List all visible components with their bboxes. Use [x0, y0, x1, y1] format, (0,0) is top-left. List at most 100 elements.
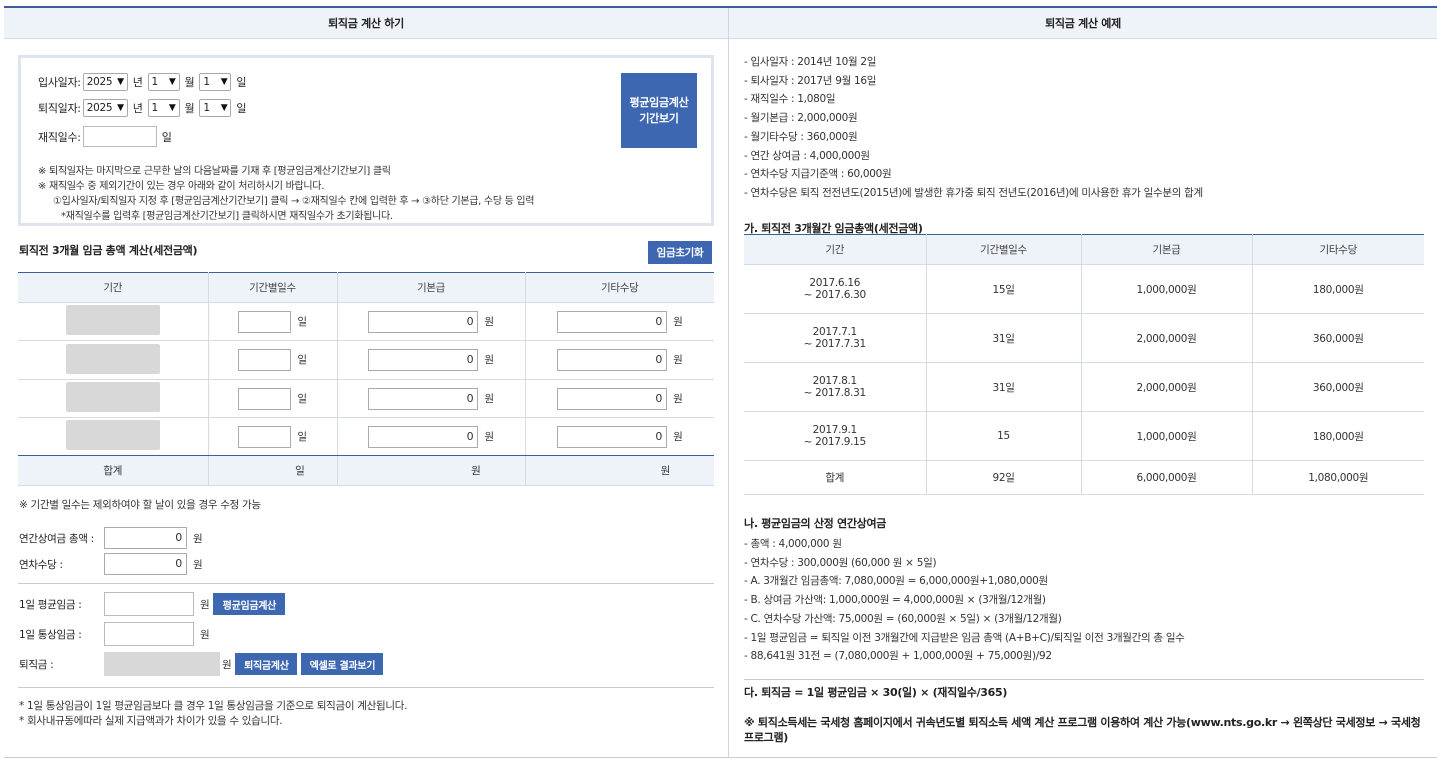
fact-line: - 연간 상여금 : 4,000,000원 [744, 149, 870, 162]
wage-section-title: 퇴직전 3개월 임금 총액 계산(세전금액) [19, 244, 198, 257]
avg-wage-row: 1일 평균임금 : 원 평균임금계산 [19, 592, 286, 616]
fact-line: - 입사일자 : 2014년 10월 2일 [744, 56, 877, 68]
chevron-down-icon: ▼ [220, 103, 228, 113]
table-row: 2017.9.1 ~ 2017.9.15 15 1,000,000원 180,00… [744, 411, 1424, 461]
severance-output [104, 652, 220, 676]
avg-line: - 1일 평균임금 = 퇴직일 이전 3개월간에 지급받은 임금 총액 (A+B… [744, 631, 1185, 644]
note-line: ①입사일자/퇴직일자 지정 후 [평균임금계산기간보기] 클릭 → ②재직일수 … [53, 196, 535, 207]
calculator-title: 퇴직금 계산 하기 [4, 8, 728, 39]
leave-day-select[interactable]: 1 ▼ [199, 99, 232, 117]
avg-line: - 총액 : 4,000,000 원 [744, 538, 842, 550]
period-view-button[interactable]: 평균임금계산 기간보기 [621, 73, 697, 148]
severance-row: 퇴직금 : 원 퇴직금계산 엑셀로 결과보기 [19, 652, 384, 676]
hire-year-select[interactable]: 2025 ▼ [82, 73, 128, 91]
leave-year-select[interactable]: 2025 ▼ [82, 99, 128, 117]
basic-pay-input[interactable]: 0 [368, 425, 479, 448]
tax-note: ※ 퇴직소득세는 국세청 홈페이지에서 귀속년도별 퇴직소득 세액 계산 프로그… [744, 716, 1421, 729]
chevron-down-icon: ▼ [168, 103, 176, 113]
chevron-down-icon: ▼ [117, 103, 124, 113]
footnote: * 회사내규동에따라 실제 지급액과가 차이가 있을 수 있습니다. [19, 715, 283, 727]
severance-calc-button[interactable]: 퇴직금계산 [235, 653, 298, 675]
wage-input-table: 기간 기간별일수 기본급 기타수당 일 0원 0원 일 0원 0원 일 0원 0… [18, 272, 714, 486]
ordinary-wage-input[interactable] [104, 622, 194, 646]
total-row: 합계 92일 6,000,000원 1,080,000원 [744, 460, 1424, 495]
calculator-container: 퇴직금 계산 하기 입사일자: 2025 ▼ 년 1 ▼ 월 1 ▼ 일 퇴직일자: … [4, 6, 1437, 758]
avg-wage-label: 1일 평균임금 : [19, 598, 82, 611]
table-row: 일 0원 0원 [18, 340, 714, 380]
days-input[interactable] [238, 425, 292, 448]
total-row: 합계 일 원 원 [18, 455, 714, 486]
avg-line: - B. 상여금 가산액: 1,000,000원 = 4,000,000원 × … [744, 594, 1046, 607]
other-pay-input[interactable]: 0 [557, 349, 668, 371]
bonus-label: 연간상여금 총액 : [19, 532, 94, 545]
bonus-row: 연간상여금 총액 : 0 원 [19, 527, 203, 549]
avg-line: - 88,641원 31전 = (7,080,000원 + 1,000,000원… [744, 650, 1052, 663]
example-wage-table: 기간 기간별일수 기본급 기타수당 2017.6.16 ~ 2017.6.30 1… [744, 234, 1424, 495]
col-header-basic: 기본급 [1081, 234, 1253, 265]
tax-note: 프로그램) [744, 731, 789, 744]
ordinary-wage-row: 1일 통상임금 : 원 [19, 622, 210, 646]
other-pay-input[interactable]: 0 [557, 387, 668, 410]
reset-wage-button[interactable]: 임금초기화 [648, 241, 712, 264]
other-pay-input[interactable]: 0 [557, 310, 668, 333]
tenure-input[interactable] [82, 126, 157, 147]
avg-wage-title: 나. 평균임금의 산정 연간상여금 [744, 517, 887, 530]
leave-pay-input[interactable]: 0 [104, 553, 187, 575]
fact-line: - 연차수당은 퇴직 전전년도(2015년)에 발생한 휴가중 퇴직 전년도(2… [744, 186, 1203, 199]
col-header-days: 기간별일수 [926, 234, 1082, 265]
table-row: 2017.6.16 ~ 2017.6.30 15일 1,000,000원 180,… [744, 264, 1424, 314]
table-note: ※ 기간별 일수는 제외하여야 할 날이 있을 경우 수정 가능 [19, 499, 261, 511]
col-header-other: 기타수당 [1252, 234, 1424, 265]
period-placeholder [65, 420, 160, 450]
table-row: 일 0원 0원 [18, 379, 714, 418]
footnote: * 1일 통상임금이 1일 평균임금보다 클 경우 1일 통상임금을 기준으로 … [19, 700, 408, 712]
days-input[interactable] [238, 310, 292, 333]
total-other: 원 [525, 455, 714, 486]
fact-line: - 월기타수당 : 360,000원 [744, 130, 858, 143]
severance-label: 퇴직금 : [19, 658, 54, 671]
leave-pay-label: 연차수당 : [19, 558, 63, 571]
avg-line: - C. 연차수당 가산액: 75,000원 = (60,000원 × 5일) … [744, 612, 1062, 625]
note-line: ※ 재직일수 중 제외기간이 있는 경우 아래와 같이 처리하시기 바랍니다. [38, 181, 325, 192]
leave-month-select[interactable]: 1 ▼ [147, 99, 180, 117]
period-placeholder [65, 382, 160, 412]
example-title: 퇴직금 계산 예제 [729, 8, 1437, 39]
avg-wage-lines: - 총액 : 4,000,000 원 - 연차수당 : 300,000원 (60… [744, 535, 1185, 666]
date-input-box: 입사일자: 2025 ▼ 년 1 ▼ 월 1 ▼ 일 퇴직일자: 2025 ▼ 년 1 ▼… [18, 55, 714, 226]
chevron-down-icon: ▼ [168, 77, 176, 87]
period-placeholder [65, 343, 160, 374]
hire-month-select[interactable]: 1 ▼ [147, 73, 180, 91]
table-row: 2017.8.1 ~ 2017.8.31 31일 2,000,000원 360,0… [744, 362, 1424, 412]
basic-pay-input[interactable]: 0 [368, 387, 479, 410]
basic-pay-input[interactable]: 0 [368, 310, 479, 333]
total-days: 일 [208, 455, 338, 486]
table-row: 일 0원 0원 [18, 302, 714, 341]
period-placeholder [65, 305, 160, 335]
col-header-other: 기타수당 [525, 272, 714, 303]
chevron-down-icon: ▼ [117, 77, 124, 87]
total-label: 합계 [18, 455, 209, 486]
col-header-period: 기간 [744, 234, 927, 265]
avg-line: - A. 3개월간 임금총액: 7,080,000원 = 6,000,000원+… [744, 575, 1048, 588]
fact-line: - 재직일수 : 1,080일 [744, 93, 836, 106]
formula-title: 다. 퇴직금 = 1일 평균임금 × 30(일) × (재직일수/365) [744, 686, 1008, 699]
table-row: 일 0원 0원 [18, 417, 714, 456]
leave-date-row: 퇴직일자: 2025 ▼ 년 1 ▼ 월 1 ▼ 일 [38, 99, 251, 117]
days-input[interactable] [238, 387, 292, 410]
calculator-panel: 퇴직금 계산 하기 입사일자: 2025 ▼ 년 1 ▼ 월 1 ▼ 일 퇴직일자: … [4, 8, 728, 758]
hire-day-select[interactable]: 1 ▼ [199, 73, 232, 91]
col-header-days: 기간별일수 [208, 272, 338, 303]
note-line: *재직일수를 입력후 [평균임금계산기간보기] 클릭하시면 재직일수가 초기화됩… [61, 211, 393, 222]
other-pay-input[interactable]: 0 [557, 425, 668, 448]
tenure-row: 재직일수: 일 [38, 126, 177, 147]
bonus-input[interactable]: 0 [104, 527, 187, 549]
avg-wage-calc-button[interactable]: 평균임금계산 [213, 593, 286, 615]
days-input[interactable] [238, 349, 292, 371]
avg-wage-input[interactable] [104, 592, 194, 616]
basic-pay-input[interactable]: 0 [368, 349, 479, 371]
divider [18, 583, 714, 584]
example-panel: 퇴직금 계산 예제 - 입사일자 : 2014년 10월 2일 - 퇴사일자 :… [728, 8, 1437, 758]
fact-line: - 퇴사일자 : 2017년 9월 16일 [744, 74, 877, 87]
excel-result-button[interactable]: 엑셀로 결과보기 [301, 653, 384, 675]
table-row: 2017.7.1 ~ 2017.7.31 31일 2,000,000원 360,0… [744, 313, 1424, 363]
